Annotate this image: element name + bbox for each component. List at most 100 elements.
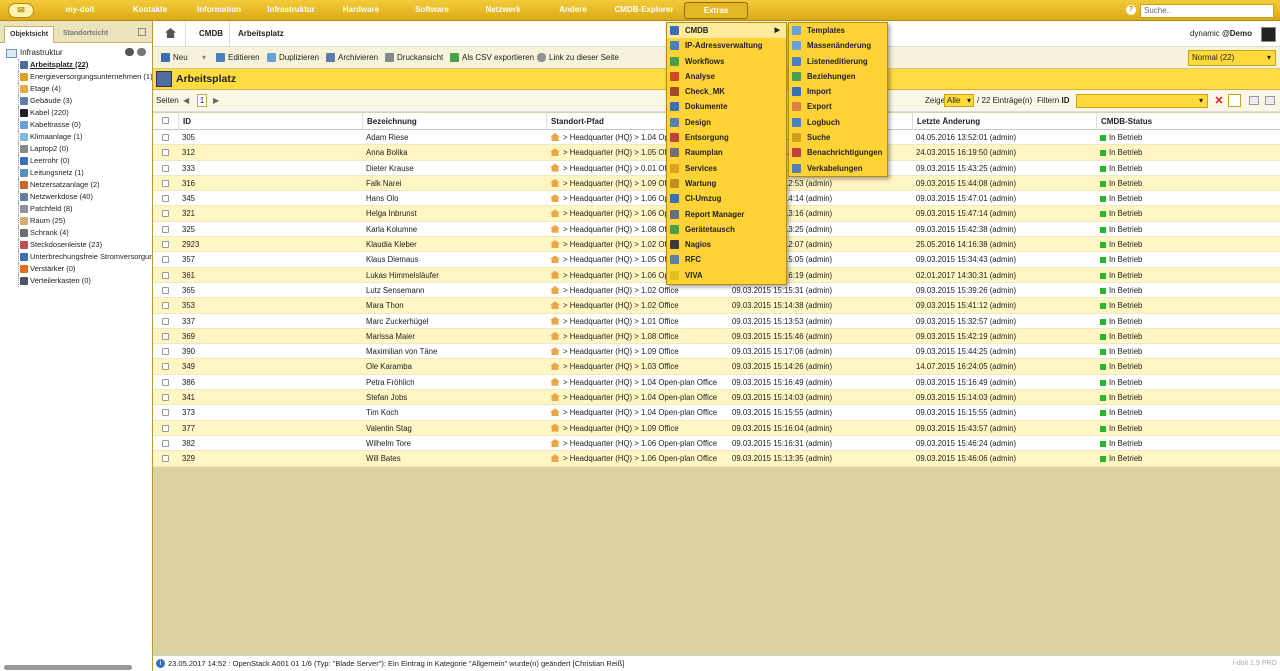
global-search-input[interactable]: Suche..	[1140, 4, 1274, 18]
row-checkbox[interactable]	[162, 332, 169, 340]
cmdb-submenu-item[interactable]: Massenänderung	[789, 38, 887, 53]
cell-location-path[interactable]: > Headquarter (HQ) > 1.04 Open-plan Offi…	[550, 390, 730, 405]
new-dropdown-icon[interactable]: ▾	[197, 47, 206, 69]
breadcrumb-cmdb[interactable]: CMDB	[199, 21, 223, 47]
sidebar-expand-icon[interactable]	[138, 28, 146, 36]
table-row[interactable]: 337 Marc Zuckerhügel > Headquarter (HQ) > …	[153, 313, 1280, 329]
search-icon[interactable]	[137, 48, 146, 56]
edit-button[interactable]: Editieren	[216, 47, 260, 69]
tree-item[interactable]: Verstärker (0)	[6, 263, 152, 275]
tree-item[interactable]: Verteilerkasten (0)	[6, 275, 152, 287]
cell-name[interactable]: Ole Karamba	[366, 359, 546, 374]
cell-name[interactable]: Marissa Maier	[366, 329, 546, 344]
print-button[interactable]: Druckansicht	[385, 47, 443, 69]
tree-item[interactable]: Schrank (4)	[6, 227, 152, 239]
cell-name[interactable]: Valentin Stag	[366, 421, 546, 436]
row-checkbox[interactable]	[162, 134, 169, 141]
page-size-select[interactable]: Alle ▾	[944, 94, 974, 107]
row-checkbox[interactable]	[162, 256, 169, 264]
cell-location-path[interactable]: > Headquarter (HQ) > 1.06 Open-plan Offi…	[550, 451, 730, 466]
row-checkbox[interactable]	[162, 271, 169, 279]
nav-my-doit[interactable]: my-doit	[56, 0, 104, 21]
row-checkbox[interactable]	[162, 439, 169, 447]
extras-menu-item[interactable]: Nagios	[667, 237, 786, 252]
row-checkbox[interactable]	[162, 286, 169, 294]
cell-location-path[interactable]: > Headquarter (HQ) > 1.02 Office	[550, 298, 730, 313]
row-checkbox[interactable]	[162, 455, 169, 463]
nav-information[interactable]: Information	[190, 0, 248, 21]
cmdb-submenu-item[interactable]: Suche	[789, 130, 887, 145]
extras-menu-item[interactable]: Wartung	[667, 176, 786, 191]
table-row[interactable]: 349 Ole Karamba > Headquarter (HQ) > 1.03 …	[153, 359, 1280, 375]
table-row[interactable]: 341 Stefan Jobs > Headquarter (HQ) > 1.04 …	[153, 390, 1280, 406]
cmdb-submenu-item[interactable]: Listeneditierung	[789, 54, 887, 69]
row-checkbox[interactable]	[162, 225, 169, 233]
extras-menu-item[interactable]: Report Manager	[667, 207, 786, 222]
column-bezeichnung[interactable]: Bezeichnung	[362, 113, 546, 130]
extras-menu-item[interactable]: Entsorgung	[667, 130, 786, 145]
extras-menu-item[interactable]: VIVA	[667, 268, 786, 283]
nav-cmdb-explorer[interactable]: CMDB-Explorer	[606, 0, 682, 21]
row-checkbox[interactable]	[162, 378, 169, 386]
archive-button[interactable]: Archivieren	[326, 47, 378, 69]
help-icon[interactable]: ?	[1126, 5, 1136, 15]
table-row[interactable]: 386 Petra Fröhlich > Headquarter (HQ) > 1.…	[153, 374, 1280, 391]
cell-location-path[interactable]: > Headquarter (HQ) > 1.02 Office	[550, 283, 730, 298]
page-number-input[interactable]: 1	[197, 94, 207, 107]
cell-name[interactable]: Klaus Diemaus	[366, 252, 546, 267]
cell-name[interactable]: Adam Riese	[366, 130, 546, 145]
table-row[interactable]: 369 Marissa Maier > Headquarter (HQ) > 1.0…	[153, 328, 1280, 345]
cell-location-path[interactable]: > Headquarter (HQ) > 1.03 Office	[550, 359, 730, 374]
extras-menu-item[interactable]: Raumplan	[667, 145, 786, 160]
column-letzte-aenderung[interactable]: Letzte Änderung	[912, 113, 1096, 130]
table-row[interactable]: 382 Wilhelm Tore > Headquarter (HQ) > 1.06…	[153, 435, 1280, 452]
tree-item[interactable]: Unterbrechungsfreie Stromversorgung	[6, 251, 152, 263]
duplicate-button[interactable]: Duplizieren	[267, 47, 319, 69]
tree-item[interactable]: Arbeitsplatz (22)	[6, 59, 152, 71]
settings-icon[interactable]	[1265, 96, 1275, 105]
prev-page-icon[interactable]: ◀	[183, 90, 189, 112]
tab-objektsicht[interactable]: Objektsicht	[4, 26, 55, 43]
user-info[interactable]: dynamic @Demo	[1190, 21, 1252, 47]
tree-item[interactable]: Patchfeld (8)	[6, 203, 152, 215]
table-row[interactable]: 365 Lutz Sensemann > Headquarter (HQ) > 1.…	[153, 282, 1280, 299]
tree-item[interactable]: Raum (25)	[6, 215, 152, 227]
tree-item[interactable]: Kabel (220)	[6, 107, 152, 119]
tree-item[interactable]: Gebäude (3)	[6, 95, 152, 107]
extras-menu-item[interactable]: Workflows	[667, 54, 786, 69]
column-cmdb-status[interactable]: CMDB-Status	[1096, 113, 1280, 130]
list-view-icon[interactable]	[1249, 96, 1259, 105]
clear-filter-icon[interactable]: ✕	[1213, 95, 1225, 107]
permalink-button[interactable]: Link zu dieser Seite	[537, 47, 619, 69]
cmdb-submenu-item[interactable]: Import	[789, 84, 887, 99]
select-all-checkbox[interactable]	[162, 117, 169, 124]
csv-export-button[interactable]: Als CSV exportieren	[450, 47, 534, 69]
tab-standortsicht[interactable]: Standortsicht	[58, 26, 113, 43]
extras-menu-item[interactable]: Design	[667, 115, 786, 130]
nav-netzwerk[interactable]: Netzwerk	[478, 0, 528, 21]
nav-hardware[interactable]: Hardware	[336, 0, 386, 21]
cmdb-submenu-item[interactable]: Logbuch	[789, 115, 887, 130]
row-checkbox[interactable]	[162, 424, 169, 432]
breadcrumb-current[interactable]: Arbeitsplatz	[238, 21, 284, 47]
avatar[interactable]	[1261, 27, 1276, 42]
cell-name[interactable]: Petra Fröhlich	[366, 375, 546, 390]
tree-item[interactable]: Leitungsnetz (1)	[6, 167, 152, 179]
cmdb-submenu-item[interactable]: Templates	[789, 23, 887, 38]
tree-item[interactable]: Etage (4)	[6, 83, 152, 95]
filter-input[interactable]: ▾	[1076, 94, 1208, 108]
tree-item[interactable]: Klimaanlage (1)	[6, 131, 152, 143]
nav-software[interactable]: Software	[408, 0, 456, 21]
row-checkbox[interactable]	[162, 164, 169, 172]
extras-menu-item[interactable]: Analyse	[667, 69, 786, 84]
status-filter-select[interactable]: Normal (22) ▾	[1188, 50, 1276, 66]
row-checkbox[interactable]	[162, 394, 169, 402]
search-icon[interactable]	[1228, 94, 1241, 107]
row-checkbox[interactable]	[162, 363, 169, 371]
cell-name[interactable]: Marc Zuckerhügel	[366, 314, 546, 329]
cell-name[interactable]: Stefan Jobs	[366, 390, 546, 405]
sidebar-scrollbar[interactable]	[4, 665, 132, 670]
tree-item[interactable]: Leerrohr (0)	[6, 155, 152, 167]
cell-name[interactable]: Maximilian von Täne	[366, 344, 546, 359]
tree-item[interactable]: Steckdosenleiste (23)	[6, 239, 152, 251]
